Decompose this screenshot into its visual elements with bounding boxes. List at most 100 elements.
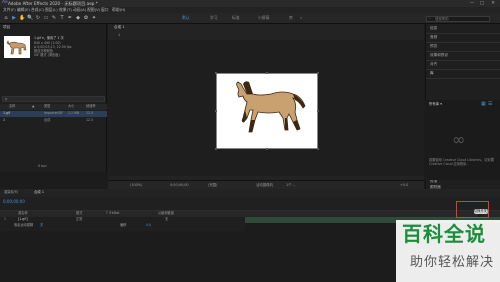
composition-tab[interactable]: 合成 1 (114, 25, 125, 30)
tab-comp-1[interactable]: 合成 1 (34, 190, 44, 194)
frame-handle[interactable] (317, 148, 319, 150)
project-tab[interactable]: 项目 (3, 25, 10, 30)
project-row[interactable]: 1.gif ImporterGIF 1.1 MB 12.5 (0, 111, 107, 117)
roto-tool-icon[interactable]: ✿ (83, 15, 89, 21)
horse-image (236, 81, 306, 133)
panel-libraries[interactable]: 库 (430, 71, 434, 76)
timeline-ruler[interactable]: 0;00;00;00 (0, 197, 500, 211)
project-column-header: 名称 ▲ 类型 大小 帧速率 (0, 104, 107, 110)
menu-help[interactable]: 帮助(H) (112, 8, 125, 12)
clone-tool-icon[interactable]: ◆ (75, 15, 81, 21)
layer-name: [1.gif] (18, 217, 28, 222)
panel-preview[interactable]: 预览 (430, 44, 437, 49)
libraries-message: 若要使用 Creative Cloud Libraries，请安装 Creati… (429, 158, 494, 166)
menu-window[interactable]: 窗口 (101, 8, 109, 12)
timecode-display[interactable]: 0;00;00;00 (170, 183, 189, 187)
frame-handle[interactable] (317, 110, 319, 112)
col-trkmat[interactable]: T TrkMat (106, 211, 120, 215)
col-type[interactable]: 类型 (44, 104, 50, 108)
prop-value[interactable]: 关 (40, 223, 43, 227)
exposure-value[interactable]: +0.0 (400, 183, 408, 187)
prop-label: 偏移 (120, 223, 127, 228)
workspace-small-screen[interactable]: 小屏幕 (258, 16, 269, 20)
frame-handle[interactable] (317, 72, 319, 74)
row-name: 1.gif (3, 111, 11, 116)
panel-info[interactable]: 信息 (430, 26, 437, 31)
frame-handle[interactable] (266, 148, 268, 150)
resolution-dropdown[interactable]: (完整) (208, 183, 217, 187)
project-row[interactable]: 1 合成 12.5 (0, 118, 107, 124)
selection-tool-icon[interactable]: ▶ (11, 15, 17, 21)
col-sort-icon[interactable]: ▲ (32, 104, 34, 108)
views-dropdown[interactable]: 1个... (286, 183, 295, 187)
zoom-dropdown[interactable]: (100%) (130, 183, 142, 187)
menu-file[interactable]: 文件(F) (3, 8, 16, 12)
bpc-label[interactable]: 8 bpc (38, 164, 47, 168)
col-size[interactable]: 大小 (68, 104, 74, 108)
comp-meta-format: GIF 格式 (调色板) (34, 53, 60, 57)
workspace-more-icon[interactable]: » (300, 16, 302, 20)
prop-value[interactable]: 0.0 (146, 223, 151, 227)
toolbar: ⌂ ▶ ✋ 🔍 ↻ ▭ ✎ T ✒ ◆ ✿ ✦ 默认 学习 标准 小屏幕 库 »… (0, 13, 500, 24)
brush-tool-icon[interactable]: ✒ (67, 15, 73, 21)
creative-cloud-icon: ∞ (452, 130, 466, 149)
col-source-name[interactable]: 源名称 (18, 211, 28, 215)
maximize-button[interactable]: □ (478, 1, 486, 6)
camera-dropdown[interactable]: 活动摄像机 (256, 183, 273, 187)
workspace-default[interactable]: 默认 (182, 16, 190, 20)
workspace-standard[interactable]: 标准 (232, 16, 240, 20)
row-name: 1 (3, 118, 6, 123)
window-title: Adobe After Effects 2020 - 无标题项目.aep * (8, 0, 98, 6)
pen-tool-icon[interactable]: ✎ (51, 15, 57, 21)
menu-animation[interactable]: 动画(A) (73, 8, 86, 12)
layer-mode[interactable]: 正常 (76, 217, 82, 221)
panel-paragraph[interactable]: 段落 (430, 179, 437, 184)
menu-layer[interactable]: 图层(L) (45, 8, 58, 12)
watermark-subtitle: 助你轻松解决 (410, 255, 495, 270)
libraries-dropdown[interactable]: 所有库 ▾ (429, 102, 442, 106)
grid-view-icon[interactable]: ▦ (481, 102, 486, 107)
row-type: 合成 (44, 118, 51, 123)
frame-handle[interactable] (266, 72, 268, 74)
rectangle-tool-icon[interactable]: ▭ (43, 15, 49, 21)
panel-align[interactable]: 对齐 (430, 62, 437, 67)
comp-frame[interactable] (216, 73, 318, 149)
text-tool-icon[interactable]: T (59, 15, 65, 21)
puppet-tool-icon[interactable]: ✦ (91, 15, 97, 21)
col-parent[interactable]: 父级和链接 (158, 211, 174, 215)
close-button[interactable]: ✕ (489, 1, 497, 6)
highlight-box (456, 201, 489, 218)
help-search-input[interactable]: ⌕ 搜索帮助 (426, 15, 490, 22)
home-icon[interactable]: ⌂ (3, 15, 9, 21)
col-mode[interactable]: 模式 (76, 211, 82, 215)
row-size: 1.1 MB (68, 111, 80, 116)
comp-breadcrumb[interactable]: 1 (118, 33, 120, 37)
menu-composition[interactable]: 合成(C) (31, 8, 44, 12)
close-icon[interactable]: ✕ (491, 157, 494, 162)
menu-view[interactable]: 视图(V) (87, 8, 100, 12)
row-type: ImporterGIF (44, 111, 64, 116)
layer-row[interactable]: 1 [1.gif] 正常 无 像素运动模糊 关 偏移 0.0 (0, 217, 245, 231)
minimize-button[interactable]: — (468, 1, 476, 6)
menu-effect[interactable]: 效果(T) (59, 8, 72, 12)
timeline-timecode[interactable]: 0;00;00;00 (3, 200, 25, 204)
list-view-icon[interactable]: ☰ (488, 102, 492, 107)
project-search-input[interactable]: ρ (2, 96, 105, 102)
col-name[interactable]: 名称 (9, 104, 15, 108)
workspace-learn[interactable]: 学习 (210, 16, 218, 20)
hand-tool-icon[interactable]: ✋ (19, 15, 25, 21)
project-panel: 项目 1.gif ▾，使用了 1 次 840 x 490 (1.00) Δ 0;… (0, 24, 107, 172)
workspace-libraries[interactable]: 库 (289, 16, 293, 20)
project-thumbnail (4, 36, 30, 58)
panel-audio[interactable]: 音频 (430, 35, 437, 40)
tab-render-queue[interactable]: 渲染队列 (4, 190, 18, 194)
zoom-tool-icon[interactable]: 🔍 (27, 15, 33, 21)
frame-handle[interactable] (215, 72, 217, 74)
rotate-tool-icon[interactable]: ↻ (35, 15, 41, 21)
col-fps[interactable]: 帧速率 (86, 104, 96, 108)
frame-handle[interactable] (215, 148, 217, 150)
layer-parent[interactable]: 无 (165, 217, 168, 221)
menu-edit[interactable]: 编辑(E) (17, 8, 30, 12)
frame-handle[interactable] (215, 110, 217, 112)
panel-effects-presets[interactable]: 效果和预设 (430, 53, 448, 58)
